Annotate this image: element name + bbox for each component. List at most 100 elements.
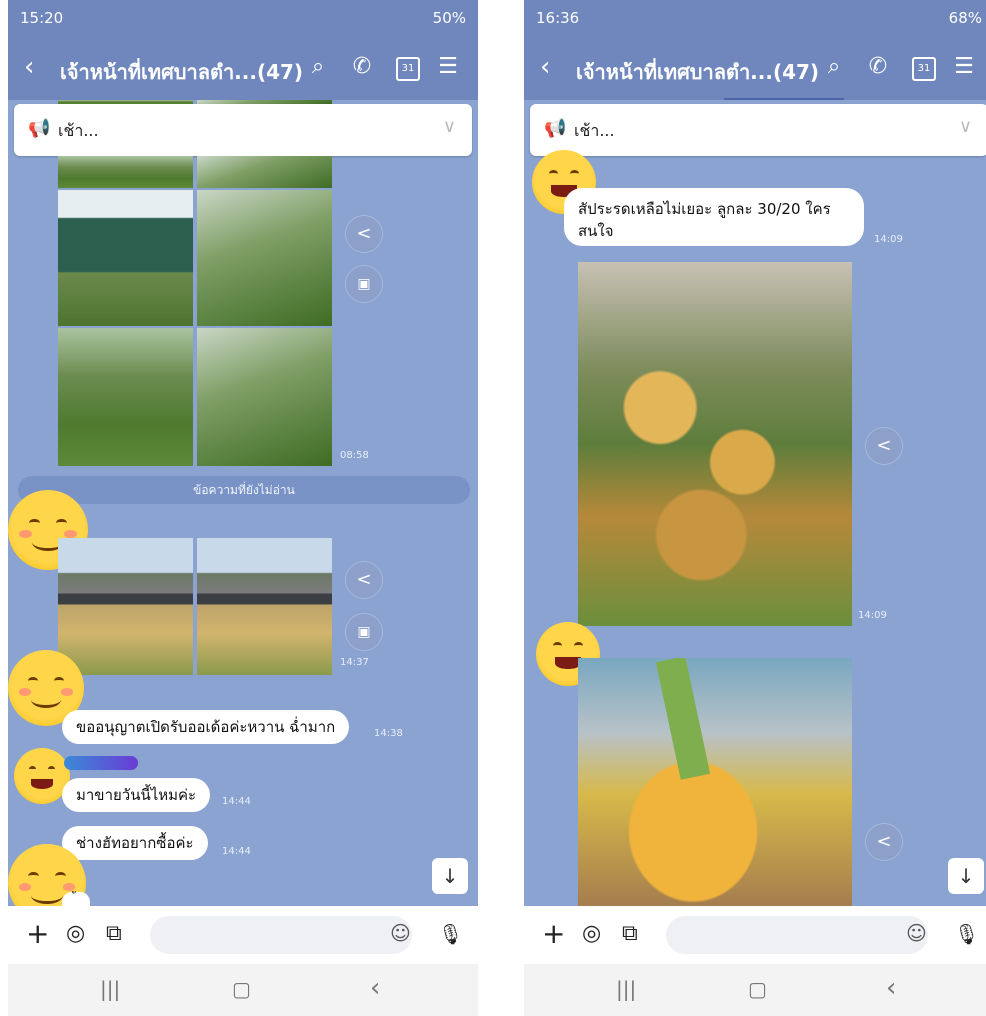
photo-grid-item[interactable] [58, 328, 193, 466]
nav-back-icon[interactable]: ‹ [886, 973, 896, 1003]
chevron-down-icon[interactable]: ∨ [959, 116, 972, 137]
system-nav-bar: ||| ▢ ‹ [8, 964, 478, 1016]
search-icon[interactable]: ⌕ [304, 54, 332, 80]
recent-apps-icon[interactable]: ||| [100, 977, 120, 1001]
announcement-text: เช้า... [574, 121, 615, 140]
partial-message [724, 84, 844, 100]
emoji-icon[interactable]: ☺ [906, 921, 927, 945]
avatar-eye [28, 872, 40, 880]
message-time: 14:44 [222, 796, 251, 807]
chevron-down-icon[interactable]: ∨ [443, 116, 456, 137]
message-time: 08:58 [340, 450, 369, 461]
mic-icon[interactable]: 🎙 [954, 920, 979, 948]
avatar-eye [552, 642, 562, 649]
message-bubble[interactable]: ขออนุญาตเปิดรับออเด้อค่ะหวาน ฉ่ำมาก [62, 710, 350, 744]
megaphone-icon: 📢 [28, 118, 51, 139]
message-bubble[interactable]: ช่างฮัทอยากซื้อค่ะ [62, 826, 208, 860]
left-chat-screen: 15:20 50% ‹ เจ้าหน้าที่เทศบาลตำ...(47) ⌕… [8, 0, 478, 1016]
message-time: 14:09 [858, 610, 887, 621]
avatar-eye [53, 677, 65, 685]
avatar-mouth [555, 657, 581, 669]
avatar-mouth [31, 887, 63, 904]
avatar-eye [28, 765, 37, 773]
username-bar [64, 756, 138, 770]
scroll-down-icon[interactable]: ↓ [948, 858, 984, 894]
calendar-icon[interactable]: 31 [396, 57, 420, 81]
avatar-blush [18, 688, 31, 696]
image-icon[interactable]: ⧉ [106, 920, 122, 948]
chat-title[interactable]: เจ้าหน้าที่เทศบาลตำ...(47) [60, 56, 303, 88]
home-icon[interactable]: ▢ [232, 977, 251, 1001]
photo-grid-item[interactable] [197, 328, 332, 466]
back-icon[interactable]: ‹ [540, 54, 550, 80]
add-icon[interactable]: + [26, 920, 49, 948]
calendar-icon[interactable]: 31 [912, 57, 936, 81]
mic-icon[interactable]: 🎙 [438, 920, 463, 948]
battery-percent: 50% [432, 9, 466, 27]
avatar-eye [27, 677, 39, 685]
announcement-bar[interactable]: 📢 เช้า... ∨ [530, 104, 986, 156]
menu-icon[interactable]: ☰ [434, 54, 462, 80]
right-chat-screen: 16:36 68% ‹ เจ้าหน้าที่เทศบาลตำ...(47) ⌕… [524, 0, 986, 1016]
message-bubble[interactable]: มาขายวันนี้ไหมค่ะ [62, 778, 211, 812]
recent-apps-icon[interactable]: ||| [616, 977, 636, 1001]
photo-grid-item[interactable] [58, 190, 193, 326]
camera-icon[interactable]: ◎ [66, 920, 85, 948]
message-input[interactable] [150, 916, 412, 954]
search-icon[interactable]: ⌕ [820, 54, 848, 80]
home-icon[interactable]: ▢ [748, 977, 767, 1001]
battery-percent: 68% [948, 9, 982, 27]
avatar-eye [54, 872, 66, 880]
photo-grid-item[interactable] [197, 538, 332, 675]
emoji-icon[interactable]: ☺ [390, 921, 411, 945]
avatar-blush [19, 530, 32, 538]
message-photo[interactable] [578, 658, 852, 906]
message-time: 14:38 [374, 728, 403, 739]
avatar-blush [18, 883, 32, 891]
avatar-eye [570, 170, 580, 177]
menu-icon[interactable]: ☰ [950, 54, 978, 80]
status-time: 15:20 [20, 9, 64, 27]
input-bar: + ◎ ⧉ ☺ 🎙 [8, 906, 478, 964]
avatar-blush [61, 688, 74, 696]
message-time: 14:09 [874, 234, 903, 245]
avatar-eye [574, 642, 584, 649]
share-icon[interactable]: < [866, 824, 902, 860]
call-icon[interactable]: ✆ [348, 54, 376, 80]
message-time: 14:44 [222, 846, 251, 857]
keep-icon[interactable]: ▣ [346, 614, 382, 650]
system-nav-bar: ||| ▢ ‹ [524, 964, 986, 1016]
keep-icon[interactable]: ▣ [346, 266, 382, 302]
avatar-eye [56, 518, 68, 528]
avatar-eye [28, 518, 40, 528]
nav-back-icon[interactable]: ‹ [370, 973, 380, 1003]
share-icon[interactable]: < [346, 216, 382, 252]
announcement-text: เช้า... [58, 121, 99, 140]
message-input[interactable] [666, 916, 928, 954]
photo-grid-item[interactable] [197, 190, 332, 326]
chat-header: ‹ เจ้าหน้าที่เทศบาลตำ...(47) ⌕ ✆ 31 ☰ [8, 36, 478, 100]
message-photo[interactable] [578, 262, 852, 626]
avatar-blush [64, 530, 77, 538]
call-icon[interactable]: ✆ [864, 54, 892, 80]
camera-icon[interactable]: ◎ [582, 920, 601, 948]
status-time: 16:36 [536, 9, 580, 27]
share-icon[interactable]: < [866, 428, 902, 464]
message-bubble[interactable]: สัประรดเหลือไม่เยอะ ลูกละ 30/20 ใครสนใจ [564, 188, 864, 246]
photo-grid-item[interactable] [58, 538, 193, 675]
megaphone-icon: 📢 [544, 118, 567, 139]
message-bubble[interactable]: ั [62, 892, 90, 906]
photo-grid-item[interactable] [58, 156, 193, 188]
back-icon[interactable]: ‹ [24, 54, 34, 80]
status-bar: 15:20 50% [8, 0, 478, 36]
scroll-down-icon[interactable]: ↓ [432, 858, 468, 894]
add-icon[interactable]: + [542, 920, 565, 948]
input-bar: + ◎ ⧉ ☺ 🎙 [524, 906, 986, 964]
unread-divider: ข้อความที่ยังไม่อ่าน [18, 476, 470, 504]
status-bar: 16:36 68% [524, 0, 986, 36]
announcement-bar[interactable]: 📢 เช้า... ∨ [14, 104, 472, 156]
message-time: 14:37 [340, 657, 369, 668]
image-icon[interactable]: ⧉ [622, 920, 638, 948]
photo-grid-item[interactable] [197, 156, 332, 188]
share-icon[interactable]: < [346, 562, 382, 598]
